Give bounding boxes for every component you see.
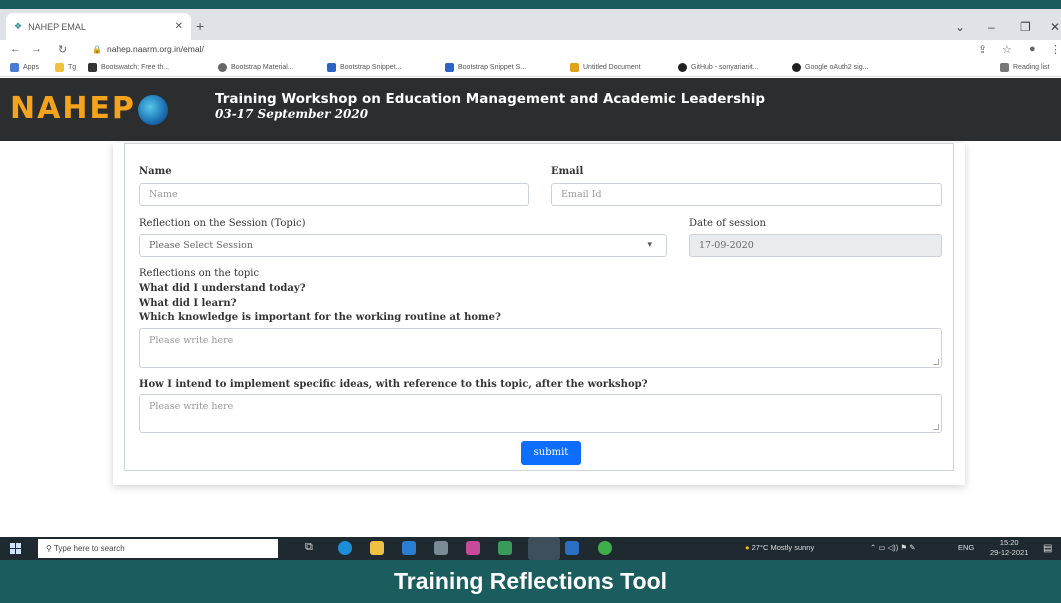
spreadsheet-icon[interactable] (498, 541, 512, 555)
search-icon: ⚲ (46, 544, 54, 553)
task-view-icon[interactable]: ⧉ (305, 541, 319, 555)
app-icon[interactable] (434, 541, 448, 555)
bookmark-google-oauth[interactable]: Google oAuth2 sig... (792, 63, 868, 72)
reload-icon[interactable]: ↻ (58, 43, 67, 56)
implement-label: How I intend to implement specific ideas… (139, 379, 648, 390)
word-icon[interactable] (565, 541, 579, 555)
bookmark-bootstrap-snippet[interactable]: Bootstrap Snippet... (327, 63, 401, 72)
question-knowledge: Which knowledge is important for the wor… (139, 312, 501, 323)
reading-list[interactable]: Reading list (1000, 63, 1050, 72)
bookmark-bootstrap-snippet-s[interactable]: Bootstrap Snippet S... (445, 63, 526, 72)
url-text: nahep.naarm.org.in/emal/ (106, 44, 204, 54)
session-select[interactable]: Please Select Session (139, 234, 667, 257)
bookmark-apps[interactable]: Apps (10, 63, 39, 72)
language-indicator[interactable]: ENG (958, 543, 974, 552)
bookmark-bootstrap-material[interactable]: Bootstrap Material... (218, 63, 294, 72)
name-input[interactable]: Name (139, 183, 529, 206)
menu-icon[interactable]: ⋮ (1050, 43, 1061, 56)
session-label: Reflection on the Session (Topic) (139, 218, 306, 229)
lock-icon: 🔒 (92, 45, 102, 54)
store-icon[interactable] (370, 541, 384, 555)
bookmark-github[interactable]: GitHub - sonyarianit... (678, 63, 759, 72)
clock[interactable]: 15:20 29-12-2021 (990, 538, 1028, 558)
mail-icon[interactable] (402, 541, 416, 555)
share-icon[interactable]: ⇪ (978, 43, 987, 56)
tab-title: NAHEP EMAL (28, 21, 86, 32)
address-bar: ← → ↻ 🔒 nahep.naarm.org.in/emal/ ⇪ ☆ ● ⋮ (0, 40, 1061, 60)
email-label: Email (551, 166, 584, 177)
notification-icon[interactable]: ▤ (1043, 543, 1052, 554)
forward-icon[interactable]: → (31, 43, 42, 55)
profile-icon[interactable]: ● (1029, 43, 1036, 55)
chrome-icon[interactable] (598, 541, 612, 555)
app-header: NAHEP Training Workshop on Education Man… (0, 78, 1061, 141)
restore-icon[interactable]: ❐ (1020, 20, 1031, 34)
caption-banner: Training Reflections Tool (0, 560, 1061, 603)
submit-button[interactable]: submit (521, 441, 581, 465)
bookmark-tg[interactable]: Tg (55, 63, 76, 72)
weather-status[interactable]: ● 27°C Mostly sunny (745, 543, 814, 552)
date-label: Date of session (689, 218, 766, 229)
windows-taskbar: ⚲ Type here to search ⧉ ● 27°C Mostly su… (0, 537, 1061, 560)
nahep-logo: NAHEP (10, 91, 168, 126)
new-tab-icon[interactable]: + (196, 18, 204, 34)
browser-tab-bar: ❖ NAHEP EMAL ✕ + ⌄ – ❐ ✕ (0, 9, 1061, 40)
sun-icon: ● (745, 543, 750, 552)
url-field[interactable]: 🔒 nahep.naarm.org.in/emal/ (92, 44, 204, 54)
photos-icon[interactable] (466, 541, 480, 555)
implement-textarea[interactable]: Please write here (139, 394, 942, 433)
minimize-icon[interactable]: – (988, 20, 995, 34)
active-browser-icon[interactable] (528, 537, 560, 560)
name-label: Name (139, 166, 172, 177)
site-favicon-icon: ❖ (14, 21, 23, 31)
reflection-form: Name Name Email Email Id Reflection on t… (124, 143, 954, 471)
bookmarks-bar: Apps Tg Bootswatch: Free th... Bootstrap… (0, 60, 1061, 77)
windows-start-icon[interactable] (10, 543, 21, 554)
bookmark-untitled-document[interactable]: Untitled Document (570, 63, 641, 72)
window-close-icon[interactable]: ✕ (1050, 20, 1060, 34)
tab-close-icon[interactable]: ✕ (175, 21, 183, 32)
form-card: Name Name Email Email Id Reflection on t… (113, 143, 965, 485)
bookmark-bootswatch[interactable]: Bootswatch: Free th... (88, 63, 169, 72)
globe-logo-icon (137, 94, 168, 125)
question-learn: What did I learn? (139, 298, 237, 309)
back-icon[interactable]: ← (10, 43, 21, 55)
bookmark-star-icon[interactable]: ☆ (1002, 43, 1012, 56)
top-band (0, 0, 1061, 9)
browser-tab[interactable]: ❖ NAHEP EMAL ✕ (6, 13, 191, 40)
workshop-dates: 03-17 September 2020 (215, 107, 369, 121)
reflection-textarea[interactable]: Please write here (139, 328, 942, 368)
tab-search-icon[interactable]: ⌄ (955, 20, 965, 34)
date-of-session-field: 17-09-2020 (689, 234, 942, 257)
edge-icon[interactable] (338, 541, 352, 555)
taskbar-search-input[interactable]: ⚲ Type here to search (38, 539, 278, 558)
email-input[interactable]: Email Id (551, 183, 942, 206)
page-title: Training Workshop on Education Managemen… (215, 91, 766, 107)
question-understand: What did I understand today? (139, 283, 306, 294)
reflection-heading: Reflections on the topic (139, 268, 260, 279)
tray-icons[interactable]: ⌃ ▭ ◁)) ⚑ ✎ (870, 543, 915, 552)
